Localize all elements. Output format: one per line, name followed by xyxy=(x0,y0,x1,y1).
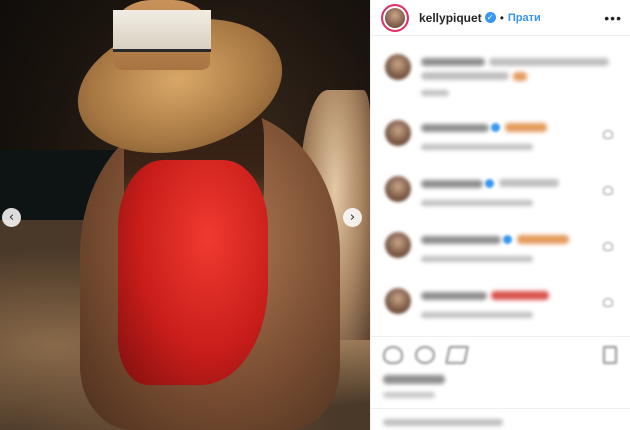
blurred-username xyxy=(421,236,501,244)
comment-like-heart-icon[interactable] xyxy=(603,242,613,251)
heart-icon[interactable] xyxy=(383,346,403,364)
blurred-verified-icon xyxy=(503,235,512,244)
comment-avatar[interactable] xyxy=(385,176,411,202)
blurred-timestamp xyxy=(421,90,449,96)
comment-avatar[interactable] xyxy=(385,232,411,258)
bookmark-icon[interactable] xyxy=(603,346,617,364)
blurred-verified-icon xyxy=(491,123,500,132)
post-photo[interactable]: ‹ › xyxy=(0,0,370,430)
blurred-comment-text-2 xyxy=(421,72,509,80)
blurred-comment-text xyxy=(489,58,609,66)
post-header: kellypiquet ✓ • Прати ••• xyxy=(371,0,630,36)
comment-like-heart-icon[interactable] xyxy=(603,186,613,195)
blurred-comment-meta xyxy=(421,312,533,318)
blurred-comment-text xyxy=(499,179,559,187)
comments-list xyxy=(371,44,630,334)
post-actions-bar xyxy=(371,336,630,372)
blurred-username xyxy=(421,124,489,132)
comment-item xyxy=(381,118,625,164)
comment-like-heart-icon[interactable] xyxy=(603,298,613,307)
blurred-username xyxy=(421,292,487,300)
blurred-emoji xyxy=(505,123,547,132)
share-icon[interactable] xyxy=(445,346,469,364)
blurred-emoji xyxy=(513,72,527,81)
photo-hat-band xyxy=(113,10,211,52)
comment-item xyxy=(381,286,625,332)
blurred-username xyxy=(421,58,485,66)
comment-avatar[interactable] xyxy=(385,120,411,146)
author-avatar[interactable] xyxy=(381,3,409,32)
comment-icon[interactable] xyxy=(415,346,435,364)
author-username[interactable]: kellypiquet xyxy=(419,11,482,25)
more-options-icon[interactable]: ••• xyxy=(604,10,622,26)
comment-item xyxy=(381,174,625,220)
follow-button[interactable]: Прати xyxy=(508,12,541,24)
comment-item xyxy=(381,230,625,276)
blurred-comment-meta xyxy=(421,144,533,150)
blurred-verified-icon xyxy=(485,179,494,188)
comment-avatar[interactable] xyxy=(385,288,411,314)
blurred-comment-placeholder xyxy=(383,419,503,426)
comment-like-heart-icon[interactable] xyxy=(603,130,613,139)
blurred-username xyxy=(421,180,483,188)
blurred-post-date xyxy=(383,392,435,398)
caption-comment xyxy=(381,52,625,98)
post-side-panel: kellypiquet ✓ • Прати ••• xyxy=(370,0,630,430)
add-comment-field[interactable] xyxy=(371,408,630,430)
blurred-comment-meta xyxy=(421,256,533,262)
blurred-emoji xyxy=(517,235,569,244)
header-separator: • xyxy=(499,10,504,25)
verified-badge-icon: ✓ xyxy=(484,12,496,23)
blurred-comment-meta xyxy=(421,200,533,206)
blurred-likes-count xyxy=(383,375,445,384)
carousel-prev-button[interactable]: ‹ xyxy=(2,208,21,227)
blurred-emoji xyxy=(491,291,549,300)
carousel-next-button[interactable]: › xyxy=(343,208,362,227)
photo-red-swimsuit xyxy=(118,160,268,385)
comment-avatar[interactable] xyxy=(385,54,411,80)
